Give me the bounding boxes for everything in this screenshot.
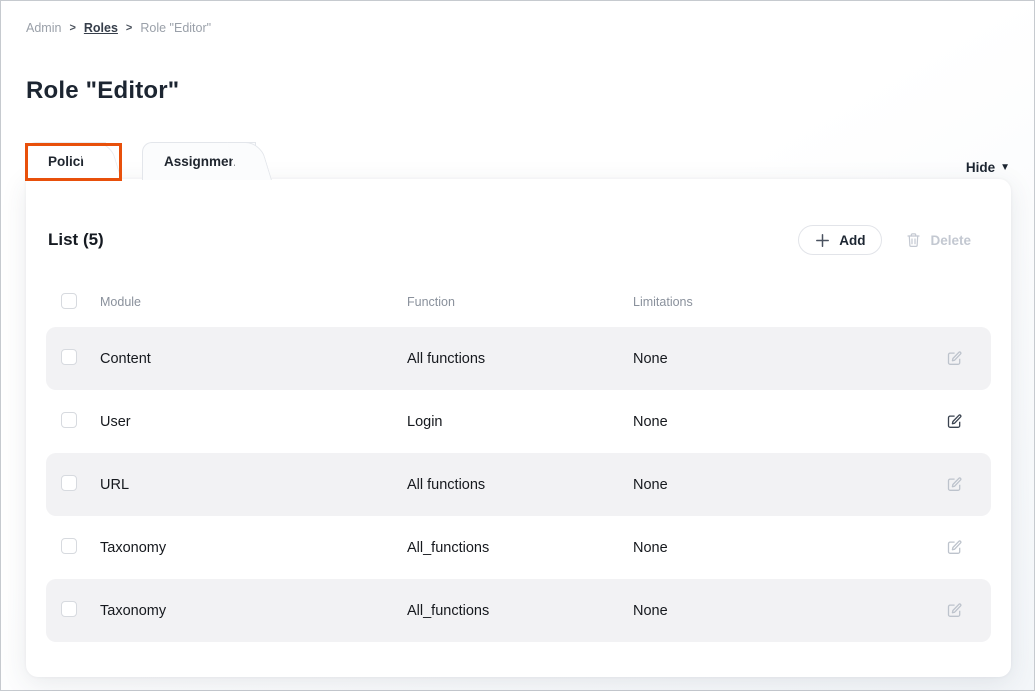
column-header-module: Module <box>100 295 407 309</box>
plus-icon <box>815 233 830 248</box>
add-button[interactable]: Add <box>798 225 882 255</box>
cell-module: User <box>100 414 407 430</box>
edit-row-button[interactable] <box>946 602 963 619</box>
table-row: Taxonomy All_functions None <box>46 516 991 579</box>
edit-row-button[interactable] <box>946 350 963 367</box>
table-row: Content All functions None <box>46 327 991 390</box>
cell-module: Content <box>100 351 407 367</box>
hide-toggle[interactable]: Hide ▼ <box>966 160 1010 175</box>
policies-panel: List (5) Add <box>26 179 1011 677</box>
edit-pencil-icon <box>946 350 963 367</box>
cell-function: All_functions <box>407 603 633 619</box>
add-button-label: Add <box>839 233 865 248</box>
caret-down-icon: ▼ <box>1000 162 1010 173</box>
edit-pencil-icon <box>946 539 963 556</box>
panel-actions: Add Delete <box>798 225 987 255</box>
delete-button[interactable]: Delete <box>906 232 971 248</box>
edit-row-button[interactable] <box>946 413 963 430</box>
cell-limitations: None <box>633 540 947 556</box>
column-header-limitations: Limitations <box>633 295 947 309</box>
row-checkbox[interactable] <box>61 412 77 428</box>
breadcrumb-separator: > <box>69 22 75 34</box>
tab-bar: Policies Assignments <box>26 142 256 180</box>
select-all-checkbox[interactable] <box>61 293 77 309</box>
cell-limitations: None <box>633 603 947 619</box>
breadcrumb-item-roles[interactable]: Roles <box>84 21 118 35</box>
table-row: URL All functions None <box>46 453 991 516</box>
cell-function: All functions <box>407 477 633 493</box>
table-row: Taxonomy All_functions None <box>46 579 991 642</box>
tab-assignments[interactable]: Assignments <box>142 142 256 180</box>
table-body: Content All functions None User Login No… <box>46 327 991 642</box>
tab-assignments-label: Assignments <box>164 154 249 169</box>
delete-button-label: Delete <box>930 233 971 248</box>
hide-toggle-label: Hide <box>966 160 995 175</box>
cell-limitations: None <box>633 414 947 430</box>
tab-policies-label: Policies <box>48 154 99 169</box>
panel-header: List (5) Add <box>46 225 991 255</box>
table-header-row: Module Function Limitations <box>46 285 991 319</box>
column-header-function: Function <box>407 295 633 309</box>
row-checkbox[interactable] <box>61 349 77 365</box>
cell-module: Taxonomy <box>100 540 407 556</box>
breadcrumb-item-current: Role "Editor" <box>140 21 211 35</box>
edit-pencil-icon <box>946 602 963 619</box>
row-checkbox[interactable] <box>61 538 77 554</box>
breadcrumb-item-admin: Admin <box>26 21 61 35</box>
trash-icon <box>906 232 921 248</box>
page-title: Role "Editor" <box>26 77 179 105</box>
row-checkbox[interactable] <box>61 601 77 617</box>
breadcrumb: Admin > Roles > Role "Editor" <box>26 21 211 35</box>
list-count-title: List (5) <box>48 230 104 250</box>
breadcrumb-separator: > <box>126 22 132 34</box>
edit-pencil-icon <box>946 413 963 430</box>
tab-policies[interactable]: Policies <box>26 142 106 180</box>
edit-pencil-icon <box>946 476 963 493</box>
table-row: User Login None <box>46 390 991 453</box>
cell-module: Taxonomy <box>100 603 407 619</box>
cell-function: All functions <box>407 351 633 367</box>
cell-limitations: None <box>633 477 947 493</box>
row-checkbox[interactable] <box>61 475 77 491</box>
edit-row-button[interactable] <box>946 476 963 493</box>
cell-function: All_functions <box>407 540 633 556</box>
cell-function: Login <box>407 414 633 430</box>
cell-module: URL <box>100 477 407 493</box>
edit-row-button[interactable] <box>946 539 963 556</box>
cell-limitations: None <box>633 351 947 367</box>
